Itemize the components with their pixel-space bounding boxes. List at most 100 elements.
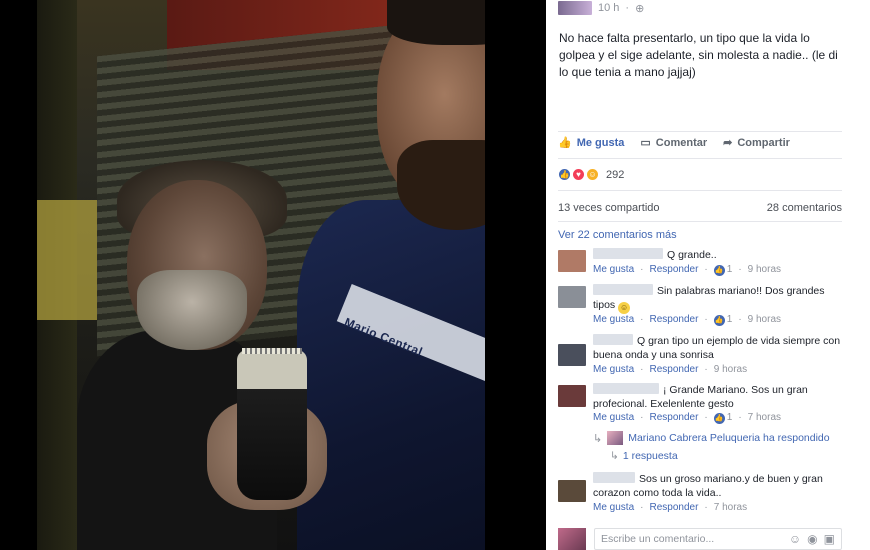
comment-reply-link[interactable]: Responder [649, 314, 698, 325]
comment-time[interactable]: 7 horas [748, 412, 781, 423]
like-badge-icon: 👍 [713, 264, 725, 276]
photo-clipper-blade [242, 348, 302, 354]
comment-input[interactable]: Escribe un comentario... ☺ ◉ ▣ [594, 528, 842, 550]
comment-icon: ▭ [640, 137, 651, 149]
comment-like-link[interactable]: Me gusta [593, 314, 634, 325]
share-button-label: Compartir [737, 136, 790, 149]
commenter-name[interactable] [593, 248, 663, 259]
reply-arrow-icon: ↳ [593, 432, 603, 445]
post-actions: 👍 Me gusta ▭ Comentar ➦ Compartir [558, 136, 842, 150]
comment-item: Sos un groso mariano.y de buen y gran co… [558, 472, 848, 516]
comment-like-link[interactable]: Me gusta [593, 364, 634, 375]
photo-area: Mario Central [0, 0, 546, 550]
like-button-label: Me gusta [576, 136, 625, 149]
commenter-name[interactable] [593, 284, 653, 295]
shares-count[interactable]: 13 veces compartido [558, 202, 660, 214]
post-header: 10 h · ⊕ [558, 0, 644, 16]
comment-body: ¡ Grande Mariano. Sos un gran profeciona… [593, 383, 843, 411]
comment-reply-link[interactable]: Responder [649, 264, 698, 275]
photo-background-light [37, 200, 97, 320]
comment-meta: Me gusta · Responder · 👍 1 · 7 horas [593, 412, 782, 424]
comment-time[interactable]: 9 horas [748, 314, 781, 325]
like-button[interactable]: 👍 Me gusta [558, 136, 625, 150]
comment-meta: Me gusta · Responder · 7 horas [593, 502, 748, 513]
love-icon: ♥ [572, 168, 585, 181]
post-side-panel: 10 h · ⊕ No hace falta presentarlo, un t… [546, 0, 870, 550]
avatar [607, 431, 624, 445]
comment-likes[interactable]: 👍 1 [713, 264, 733, 276]
comment-like-link[interactable]: Me gusta [593, 264, 634, 275]
avatar[interactable] [558, 385, 586, 407]
emoji-icon[interactable]: ☺ [789, 532, 801, 546]
author-avatar[interactable] [558, 1, 592, 15]
post-timestamp[interactable]: 10 h [598, 2, 619, 14]
comment-likes-count: 1 [726, 264, 733, 275]
reply-count-link[interactable]: ↳ 1 respuesta [610, 450, 678, 462]
post-photo[interactable]: Mario Central [37, 0, 485, 550]
thumbs-up-icon: 👍 [558, 137, 572, 149]
comment-like-link[interactable]: Me gusta [593, 502, 634, 513]
divider [558, 131, 842, 132]
comment-reply-link[interactable]: Responder [649, 412, 698, 423]
comment-item: Q gran tipo un ejemplo de vida siempre c… [558, 334, 848, 378]
reactions-count: 292 [606, 168, 625, 181]
comment-meta: Me gusta · Responder · 👍 1 · 9 horas [593, 264, 782, 276]
comment-time[interactable]: 9 horas [748, 264, 781, 275]
comment-time[interactable]: 7 horas [714, 502, 747, 513]
comment-reply-link[interactable]: Responder [649, 502, 698, 513]
like-icon: 👍 [558, 168, 571, 181]
photo-person-right-hair [387, 0, 485, 45]
reply-count-text: 1 respuesta [622, 450, 678, 462]
avatar[interactable] [558, 286, 586, 308]
avatar [558, 528, 586, 550]
comment-likes[interactable]: 👍 1 [713, 314, 733, 326]
photo-hair-clipper [237, 350, 307, 500]
comment-body: Q gran tipo un ejemplo de vida siempre c… [593, 334, 843, 362]
write-comment-row: Escribe un comentario... ☺ ◉ ▣ [558, 528, 842, 550]
haha-icon: ☺ [586, 168, 599, 181]
comment-button-label: Comentar [655, 136, 708, 149]
reply-author-text: Mariano Cabrera Peluqueria ha respondido [628, 432, 830, 444]
comment-button[interactable]: ▭ Comentar [640, 136, 708, 150]
like-badge-icon: 👍 [713, 412, 725, 424]
comment-input-placeholder: Escribe un comentario... [601, 533, 715, 545]
reply-thread-link[interactable]: ↳ Mariano Cabrera Peluqueria ha respondi… [593, 431, 830, 445]
comment-likes[interactable]: 👍 1 [713, 412, 733, 424]
comment-item: Sin palabras mariano!! Dos grandes tipos… [558, 284, 848, 328]
comment-likes-count: 1 [726, 314, 733, 325]
smile-emoji-icon: ☺ [618, 302, 631, 314]
camera-icon[interactable]: ◉ [807, 532, 817, 546]
comment-input-tools: ☺ ◉ ▣ [789, 532, 835, 546]
comment-text: Q grande.. [667, 249, 717, 261]
avatar[interactable] [558, 344, 586, 366]
divider [558, 158, 842, 159]
comment-likes-count: 1 [726, 412, 733, 423]
view-more-comments-link[interactable]: Ver 22 comentarios más [558, 229, 677, 241]
divider [558, 221, 842, 222]
photo-person-left-beard [137, 270, 247, 350]
comment-time[interactable]: 9 horas [714, 364, 747, 375]
commenter-name[interactable] [593, 334, 633, 345]
comment-meta: Me gusta · Responder · 👍 1 · 9 horas [593, 314, 782, 326]
divider [558, 190, 842, 191]
share-icon: ➦ [723, 137, 733, 149]
commenter-name[interactable] [593, 472, 635, 483]
avatar[interactable] [558, 480, 586, 502]
comment-reply-link[interactable]: Responder [649, 364, 698, 375]
share-button[interactable]: ➦ Compartir [723, 136, 790, 150]
privacy-globe-icon[interactable]: ⊕ [635, 2, 644, 15]
comment-item: Q grande.. Me gusta · Responder · 👍 1 · 9 ho… [558, 248, 848, 278]
comment-body: Sos un groso mariano.y de buen y gran co… [593, 472, 843, 500]
reactions-summary[interactable]: 👍 ♥ ☺ 292 [558, 168, 624, 181]
like-badge-icon: 👍 [713, 314, 725, 326]
commenter-name[interactable] [593, 383, 659, 394]
post-stats: 13 veces compartido 28 comentarios [558, 202, 842, 214]
comment-meta: Me gusta · Responder · 9 horas [593, 364, 748, 375]
comments-count[interactable]: 28 comentarios [767, 202, 842, 214]
gif-icon[interactable]: ▣ [824, 532, 835, 546]
comment-item: ¡ Grande Mariano. Sos un gran profeciona… [558, 383, 848, 427]
avatar[interactable] [558, 250, 586, 272]
photo-person-right-body [297, 200, 485, 550]
comment-like-link[interactable]: Me gusta [593, 412, 634, 423]
comment-body: Sin palabras mariano!! Dos grandes tipos… [593, 284, 843, 314]
